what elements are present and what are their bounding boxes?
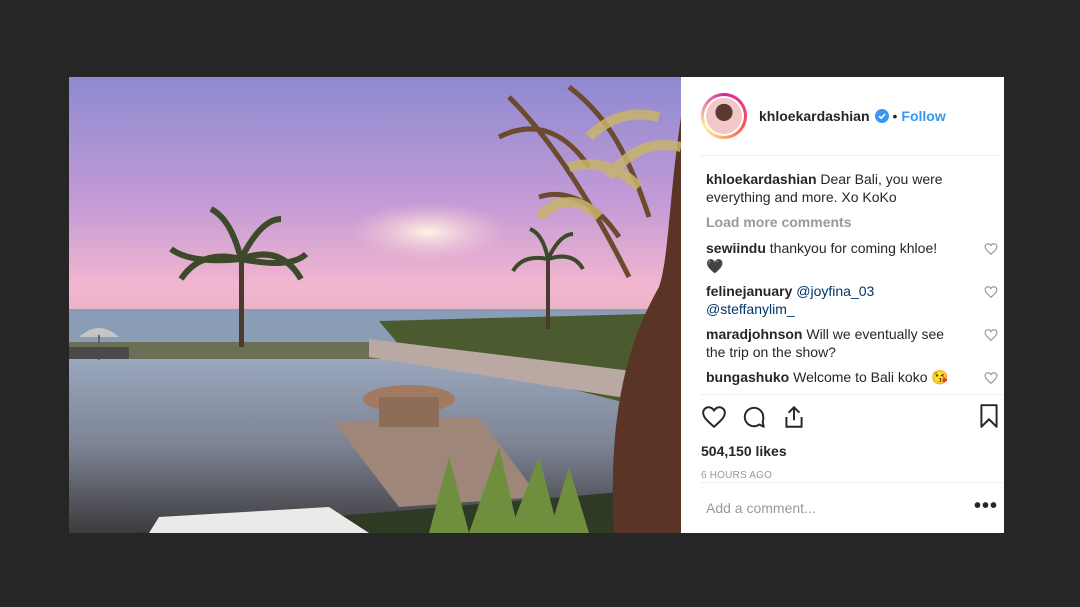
verified-badge-icon xyxy=(874,109,889,123)
comment-username[interactable]: bungashuko xyxy=(706,369,789,385)
comment-item: felinejanuary @joyfina_03 @steffanylim_ xyxy=(706,282,998,318)
comment-emoji: 🖤 xyxy=(706,258,724,274)
like-count[interactable]: 504,150 likes xyxy=(701,443,1004,459)
comment-like-heart-icon[interactable] xyxy=(984,242,998,256)
comment-icon[interactable] xyxy=(741,404,767,430)
bookmark-icon[interactable] xyxy=(976,403,1002,429)
post-sidebar: khloekardashian • Follow khloekardashian… xyxy=(681,77,1004,533)
share-icon[interactable] xyxy=(781,404,807,430)
comment-text: Welcome to Bali koko xyxy=(793,369,928,385)
heart-icon[interactable] xyxy=(701,404,727,430)
follow-button[interactable]: Follow xyxy=(901,108,945,124)
caption: khloekardashian Dear Bali, you were ever… xyxy=(706,170,968,206)
add-comment-input[interactable] xyxy=(706,500,966,516)
comment-item: sewiindu thankyou for coming khloe! 🖤 xyxy=(706,239,998,275)
avatar[interactable] xyxy=(701,93,747,139)
comment-like-heart-icon[interactable] xyxy=(984,328,998,342)
load-more-comments-button[interactable]: Load more comments xyxy=(706,214,988,230)
comment-username[interactable]: sewiindu xyxy=(706,240,766,256)
comment-text: thankyou for coming khloe! xyxy=(769,240,938,256)
comment-username[interactable]: maradjohnson xyxy=(706,326,802,342)
comment-mention[interactable]: @joyfina_03 xyxy=(796,283,874,299)
bali-sunset-scene xyxy=(69,85,681,533)
add-comment-bar: ••• xyxy=(701,482,1004,533)
comment-like-heart-icon[interactable] xyxy=(984,285,998,299)
separator-dot: • xyxy=(892,108,898,124)
comment-emoji: 😘 xyxy=(931,369,949,385)
comment-item: maradjohnson Will we eventually see the … xyxy=(706,325,998,361)
post-username[interactable]: khloekardashian xyxy=(759,108,870,124)
comment-like-heart-icon[interactable] xyxy=(984,371,998,385)
post-photo[interactable] xyxy=(69,77,681,533)
comment-mention[interactable]: @steffanylim_ xyxy=(706,301,795,317)
comments-section: khloekardashian Dear Bali, you were ever… xyxy=(681,156,1004,394)
instagram-post: khloekardashian • Follow khloekardashian… xyxy=(69,77,1004,533)
caption-username[interactable]: khloekardashian xyxy=(706,171,817,187)
more-options-icon[interactable]: ••• xyxy=(974,495,998,518)
post-timestamp: 6 HOURS AGO xyxy=(701,470,773,481)
post-header: khloekardashian • Follow xyxy=(701,77,1000,156)
comment-username[interactable]: felinejanuary xyxy=(706,283,792,299)
comment-item: bungashuko Welcome to Bali koko 😘 xyxy=(706,368,998,386)
